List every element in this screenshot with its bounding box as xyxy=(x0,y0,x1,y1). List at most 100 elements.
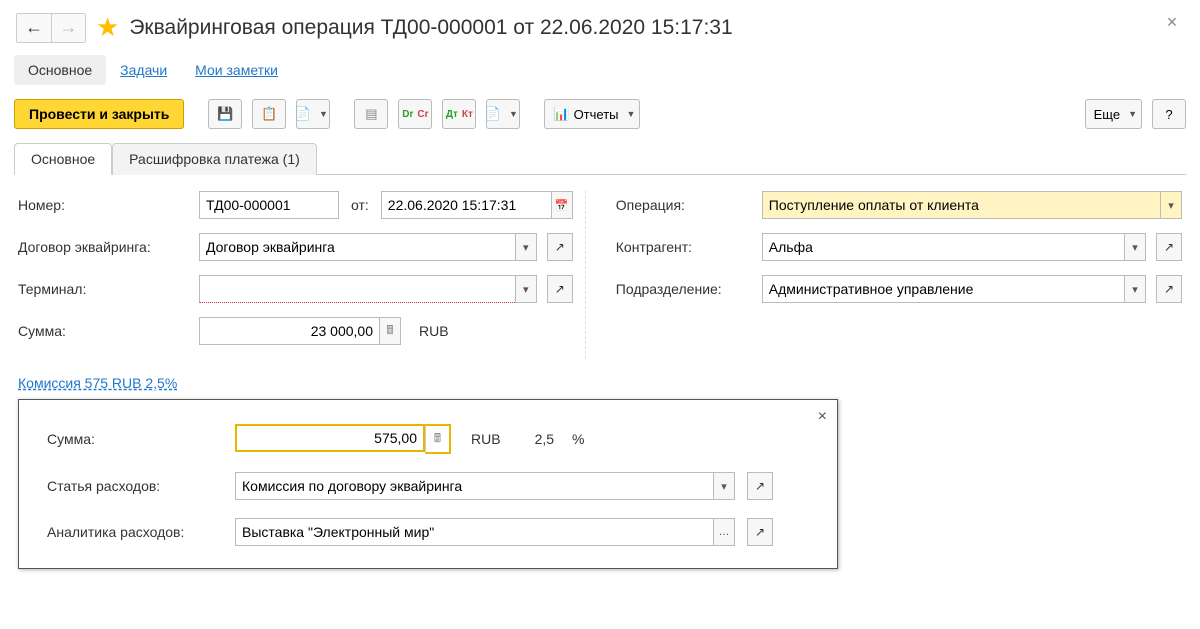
back-button[interactable]: ← xyxy=(17,14,51,42)
dropdown-button[interactable]: ▾ xyxy=(515,275,537,303)
scroll-post-icon: 📋 xyxy=(261,106,277,122)
expense-item-input[interactable] xyxy=(235,472,713,500)
open-icon: ↗ xyxy=(755,479,765,493)
sum-input[interactable] xyxy=(199,317,379,345)
label-terminal: Терминал: xyxy=(18,281,193,297)
percent-value: 2,5 xyxy=(535,431,554,447)
favorite-star-icon[interactable]: ★ xyxy=(96,12,119,43)
counterparty-input[interactable] xyxy=(762,233,1124,261)
post-and-close-button[interactable]: Провести и закрыть xyxy=(14,99,184,129)
label-department: Подразделение: xyxy=(616,281,756,297)
open-ref-button[interactable]: ↗ xyxy=(547,275,573,303)
open-icon: ↗ xyxy=(555,240,565,254)
label-commission-sum: Сумма: xyxy=(47,431,227,447)
navtab-notes[interactable]: Мои заметки xyxy=(181,55,292,85)
reports-label: Отчеты xyxy=(574,107,619,122)
ellipsis-icon: … xyxy=(719,526,730,538)
content-tabs: Основное Расшифровка платежа (1) xyxy=(14,143,1186,175)
label-sum: Сумма: xyxy=(18,323,193,339)
diskette-icon: 💾 xyxy=(217,106,233,122)
reports-button[interactable]: 📊 Отчеты ▼ xyxy=(544,99,640,129)
chevron-down-icon: ▾ xyxy=(721,480,727,493)
terminal-input[interactable] xyxy=(199,275,515,303)
label-counterparty: Контрагент: xyxy=(616,239,756,255)
help-button[interactable]: ? xyxy=(1152,99,1186,129)
dt-icon: Дт xyxy=(446,109,458,120)
tab-main[interactable]: Основное xyxy=(14,143,112,175)
label-operation: Операция: xyxy=(616,197,756,213)
dropdown-button[interactable]: ▾ xyxy=(713,472,735,500)
dropdown-button[interactable]: ▾ xyxy=(1124,233,1146,261)
commission-link[interactable]: Комиссия 575 RUB 2,5% xyxy=(18,375,177,391)
drcr-en-button[interactable]: Dr Cr xyxy=(398,99,432,129)
dr-icon: Dr xyxy=(402,109,413,120)
tab-payment-detail[interactable]: Расшифровка платежа (1) xyxy=(112,143,317,175)
department-input[interactable] xyxy=(762,275,1124,303)
open-ref-button[interactable]: ↗ xyxy=(1156,275,1182,303)
chevron-down-icon: ▼ xyxy=(627,109,636,119)
number-input[interactable] xyxy=(199,191,339,219)
page-title: Эквайринговая операция ТД00-000001 от 22… xyxy=(129,16,732,40)
forward-button[interactable]: → xyxy=(51,14,85,42)
calculator-button[interactable]: 🖩 xyxy=(425,424,451,454)
label-analytics: Аналитика расходов: xyxy=(47,524,227,540)
chevron-down-icon: ▾ xyxy=(523,283,529,296)
date-input[interactable] xyxy=(381,191,551,219)
sheet-menu-button[interactable]: 📄▼ xyxy=(486,99,520,129)
dropdown-button[interactable]: ▾ xyxy=(1124,275,1146,303)
more-button[interactable]: Еще ▼ xyxy=(1085,99,1142,129)
calculator-icon: 🖩 xyxy=(434,429,441,450)
dropdown-button[interactable]: ▾ xyxy=(515,233,537,261)
sheet-icon: 📄 xyxy=(485,106,501,122)
chevron-down-icon: ▼ xyxy=(1128,109,1137,119)
create-based-on-button[interactable]: 📄▼ xyxy=(296,99,330,129)
open-ref-button[interactable]: ↗ xyxy=(547,233,573,261)
db-icon: ▤ xyxy=(365,106,377,122)
doc-plus-icon: 📄 xyxy=(295,106,311,122)
currency-label: RUB xyxy=(471,431,501,447)
chevron-down-icon: ▼ xyxy=(509,109,518,119)
calendar-button[interactable]: 📅 xyxy=(551,191,573,219)
label-number: Номер: xyxy=(18,197,193,213)
nav-tabs: Основное Задачи Мои заметки xyxy=(8,47,1192,93)
chart-icon: 📊 xyxy=(553,106,569,122)
label-acquiring-contract: Договор эквайринга: xyxy=(18,239,193,255)
navtab-tasks[interactable]: Задачи xyxy=(106,55,181,85)
chevron-down-icon: ▾ xyxy=(1132,283,1138,296)
open-ref-button[interactable]: ↗ xyxy=(747,472,773,500)
post-button[interactable]: 📋 xyxy=(252,99,286,129)
calculator-button[interactable]: 🖩 xyxy=(379,317,401,345)
commission-sum-input[interactable] xyxy=(235,424,425,452)
drcr-ru-button[interactable]: Дт Кт xyxy=(442,99,476,129)
commission-panel: × Сумма: 🖩 RUB 2,5 % Статья расходов: ▾ … xyxy=(18,399,838,569)
open-icon: ↗ xyxy=(755,525,765,539)
open-icon: ↗ xyxy=(1164,240,1174,254)
nav-history: ← → xyxy=(16,13,86,43)
navtab-main[interactable]: Основное xyxy=(14,55,106,85)
dropdown-button[interactable]: ▾ xyxy=(1160,191,1182,219)
form-area: Номер: от: 📅 Договор эквайринга: ▾ ↗ Тер… xyxy=(8,175,1192,569)
structure-button[interactable]: ▤ xyxy=(354,99,388,129)
ellipsis-button[interactable]: … xyxy=(713,518,735,546)
acquiring-contract-input[interactable] xyxy=(199,233,515,261)
save-button[interactable]: 💾 xyxy=(208,99,242,129)
currency-label: RUB xyxy=(419,323,449,339)
cr-icon: Cr xyxy=(417,109,428,120)
analytics-input[interactable] xyxy=(235,518,713,546)
label-expense-item: Статья расходов: xyxy=(47,478,227,494)
chevron-down-icon: ▾ xyxy=(1132,241,1138,254)
open-ref-button[interactable]: ↗ xyxy=(1156,233,1182,261)
calendar-icon: 📅 xyxy=(555,199,569,212)
chevron-down-icon: ▼ xyxy=(319,109,328,119)
close-panel-button[interactable]: × xyxy=(818,408,827,426)
close-button[interactable]: × xyxy=(1160,12,1184,36)
label-from: от: xyxy=(351,197,369,213)
open-icon: ↗ xyxy=(555,282,565,296)
calculator-icon: 🖩 xyxy=(386,321,393,342)
chevron-down-icon: ▾ xyxy=(1168,199,1174,212)
operation-input[interactable] xyxy=(762,191,1160,219)
kt-icon: Кт xyxy=(462,109,473,120)
toolbar: Провести и закрыть 💾 📋 📄▼ ▤ DrCr ДтКт 📄▼… xyxy=(8,93,1192,143)
open-ref-button[interactable]: ↗ xyxy=(747,518,773,546)
more-label: Еще xyxy=(1094,107,1120,122)
